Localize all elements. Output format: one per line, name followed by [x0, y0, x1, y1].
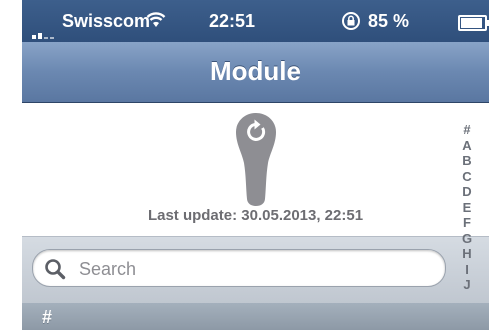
wifi-icon — [146, 12, 166, 27]
index-item[interactable]: E — [452, 200, 482, 216]
index-item[interactable]: H — [452, 246, 482, 262]
index-item[interactable]: F — [452, 215, 482, 231]
search-input[interactable] — [77, 256, 431, 282]
app-screen: Swisscom 22:51 85 % Module Last update: … — [22, 0, 489, 330]
index-item[interactable]: # — [452, 122, 482, 138]
last-update-label: Last update: 30.05.2013, 22:51 — [147, 207, 364, 224]
index-item[interactable]: B — [452, 153, 482, 169]
search-field[interactable] — [32, 249, 446, 287]
section-header-label: # — [42, 307, 53, 327]
carrier-name: Swisscom — [62, 11, 151, 31]
search-icon — [45, 259, 66, 280]
page-title: Module — [210, 56, 301, 86]
section-header: # — [22, 303, 489, 330]
battery-percent: 85 % — [368, 11, 410, 31]
index-item[interactable]: G — [452, 231, 482, 247]
refresh-icon — [236, 113, 276, 206]
index-item[interactable]: C — [452, 169, 482, 185]
index-item[interactable]: J — [452, 277, 482, 293]
battery-icon — [458, 15, 489, 31]
status-bar: Swisscom 22:51 85 % — [22, 0, 489, 42]
pull-to-refresh-area[interactable]: Last update: 30.05.2013, 22:51 — [22, 103, 489, 236]
signal-icon — [32, 21, 56, 39]
index-item[interactable]: D — [452, 184, 482, 200]
section-index[interactable]: # A B C D E F G H I J — [452, 122, 482, 293]
navigation-bar: Module — [22, 42, 489, 103]
index-item[interactable]: I — [452, 262, 482, 278]
status-time: 22:51 — [209, 11, 256, 31]
rotation-lock-icon — [342, 12, 360, 30]
index-item[interactable]: A — [452, 138, 482, 154]
search-bar — [22, 236, 489, 304]
